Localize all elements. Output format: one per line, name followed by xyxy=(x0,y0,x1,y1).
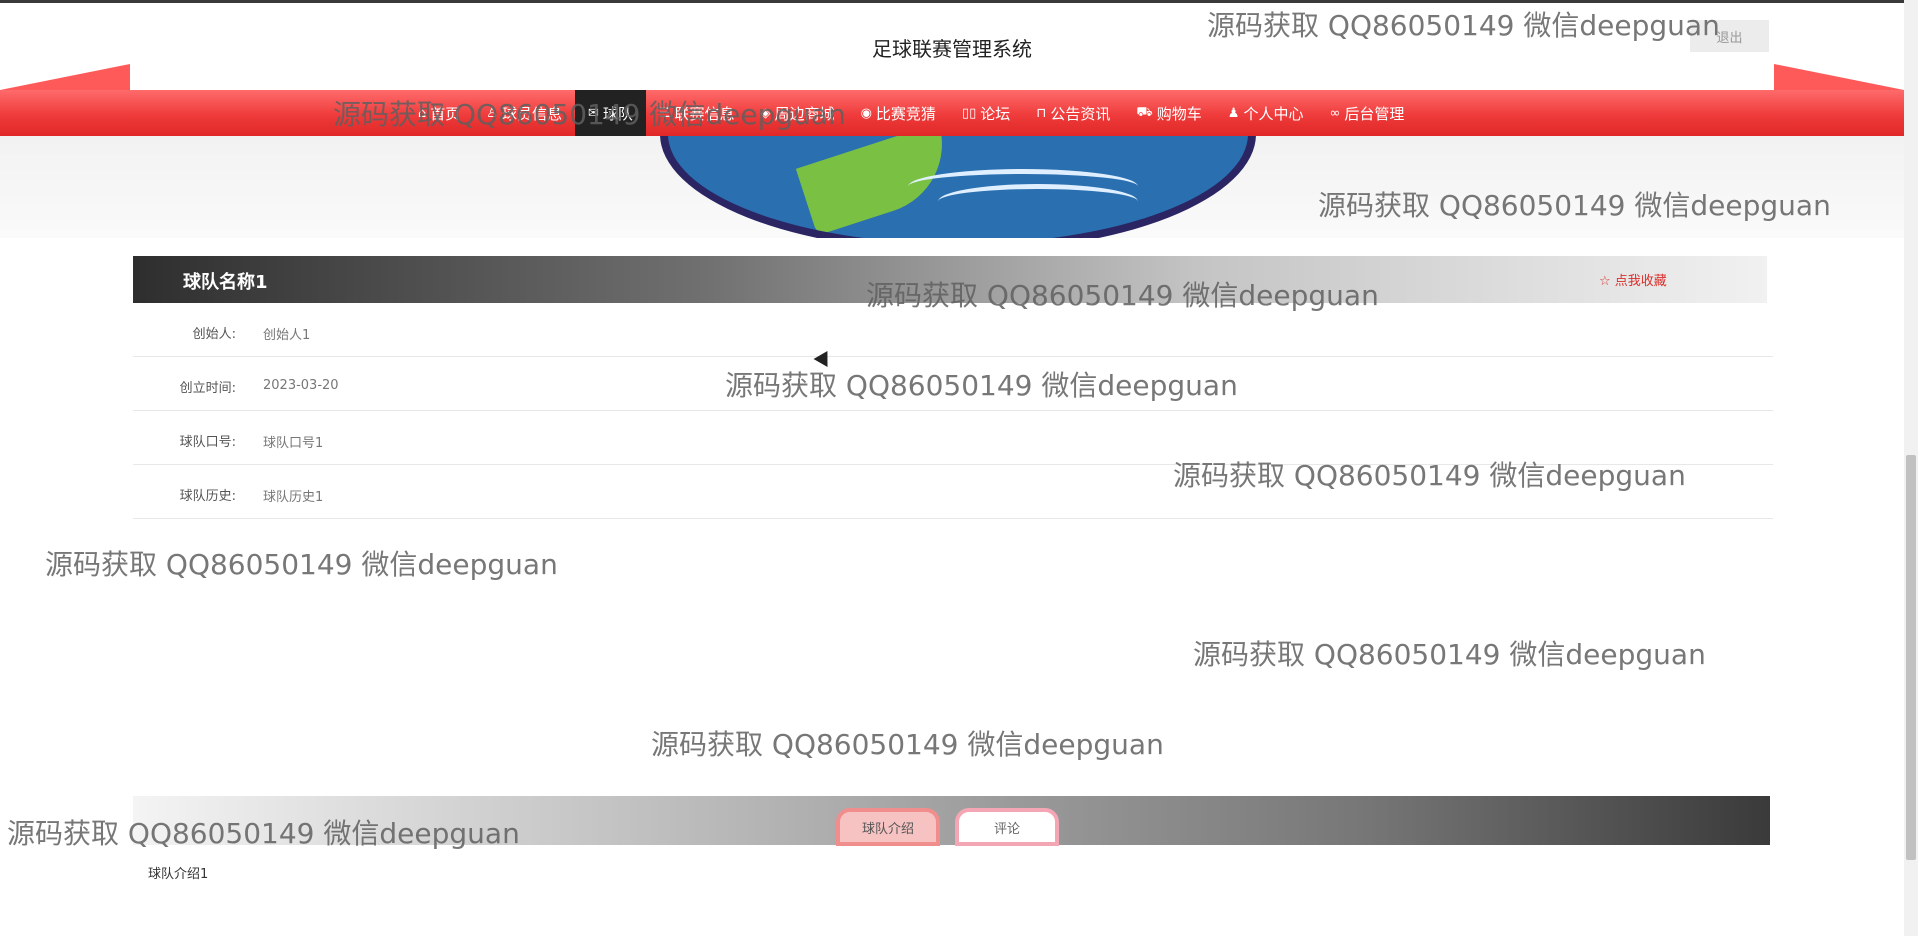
home-icon: ⌂ xyxy=(418,105,427,121)
nav-wing-right xyxy=(1774,64,1904,90)
info-row-founded-date: 创立时间: 2023-03-20 xyxy=(133,357,1773,411)
nav-item-news[interactable]: ⊓ 公告资讯 xyxy=(1023,90,1123,136)
list-icon: ☰ xyxy=(658,105,671,121)
team-name-title: 球队名称1 xyxy=(183,272,268,293)
history-value: 球队历史1 xyxy=(263,490,324,505)
team-detail-header: 球队名称1 ☆ 点我收藏 xyxy=(133,256,1767,303)
palette-icon: ◉ xyxy=(860,105,872,121)
logout-button[interactable]: 退出 xyxy=(1690,20,1769,52)
watermark-text: 源码获取 QQ86050149 微信deepguan xyxy=(651,728,1164,761)
user-icon: ♙ xyxy=(486,105,498,121)
nav-item-teams[interactable]: ✉ 球队 xyxy=(574,90,646,136)
mail-icon: ✉ xyxy=(587,105,599,121)
slogan-label: 球队口号: xyxy=(179,435,236,450)
site-title: 足球联赛管理系统 xyxy=(872,37,1032,61)
scrollbar-thumb[interactable] xyxy=(1906,455,1916,860)
nav-item-admin[interactable]: ∞ 后台管理 xyxy=(1316,90,1417,136)
tab-comments[interactable]: 评论 xyxy=(955,808,1059,846)
team-logo-image xyxy=(660,136,1256,238)
tab-bar xyxy=(133,796,1770,845)
info-row-history: 球队历史: 球队历史1 xyxy=(133,465,1773,519)
team-intro-content: 球队介绍1 xyxy=(148,867,209,882)
cart-icon: ⛟ xyxy=(1136,104,1153,120)
nav-item-forum[interactable]: ▯▯ 论坛 xyxy=(949,90,1023,136)
slogan-value: 球队口号1 xyxy=(263,436,324,451)
link-icon: ∞ xyxy=(1329,105,1341,121)
read-icon: ⊓ xyxy=(1036,105,1047,121)
nav-item-players[interactable]: ♙ 球员信息 xyxy=(473,90,575,136)
nav-item-profile[interactable]: ♟ 个人中心 xyxy=(1215,90,1317,136)
main-nav: ⌂ 首页 ♙ 球员信息 ✉ 球队 ☰ 联赛信息 ◈ 周边商城 ◉ 比赛竞猜 ▯▯ 论坛 ⊓ 公告… xyxy=(0,90,1904,136)
info-row-slogan: 球队口号: 球队口号1 xyxy=(133,411,1773,465)
info-row-founder: 创始人: 创始人1 xyxy=(133,303,1773,357)
nav-item-cart[interactable]: ⛟ 购物车 xyxy=(1123,90,1214,136)
shop-icon: ◈ xyxy=(760,105,771,121)
nav-item-leagues[interactable]: ☰ 联赛信息 xyxy=(646,90,748,136)
watermark-text: 源码获取 QQ86050149 微信deepguan xyxy=(1193,638,1706,671)
founded-date-label: 创立时间: xyxy=(179,381,236,396)
tab-team-intro[interactable]: 球队介绍 xyxy=(836,808,940,846)
nav-item-shop[interactable]: ◈ 周边商城 xyxy=(748,90,848,136)
nav-item-home[interactable]: ⌂ 首页 xyxy=(405,90,473,136)
founded-date-value: 2023-03-20 xyxy=(263,378,339,393)
book-icon: ▯▯ xyxy=(961,105,977,121)
founder-value: 创始人1 xyxy=(263,328,311,343)
nav-wing-left xyxy=(0,64,130,90)
favorite-button[interactable]: ☆ 点我收藏 xyxy=(1599,270,1667,289)
team-banner xyxy=(0,136,1904,238)
watermark-text: 源码获取 QQ86050149 微信deepguan xyxy=(45,548,558,581)
history-label: 球队历史: xyxy=(179,489,236,504)
nav-item-betting[interactable]: ◉ 比赛竞猜 xyxy=(848,90,949,136)
person-icon: ♟ xyxy=(1227,105,1240,121)
window-top-border xyxy=(0,0,1918,3)
founder-label: 创始人: xyxy=(192,327,236,342)
